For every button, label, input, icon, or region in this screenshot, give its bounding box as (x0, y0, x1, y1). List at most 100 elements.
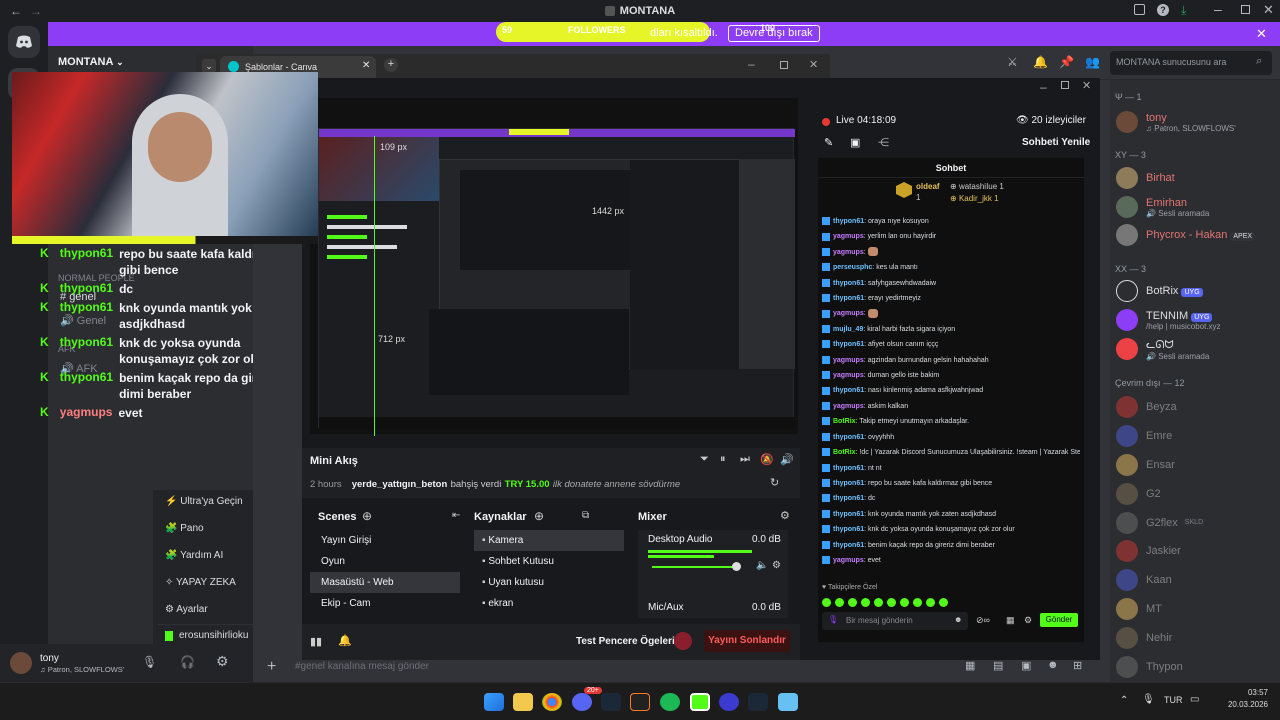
maximize-icon[interactable] (1241, 5, 1250, 14)
tray-arrow-icon[interactable]: ⌃ (1120, 695, 1128, 706)
member-offline[interactable]: Ensar (1110, 451, 1280, 480)
camera-icon[interactable]: ▣ (850, 136, 860, 149)
browser-minimize-icon[interactable]: – (748, 57, 755, 71)
emote-picker-icon[interactable]: ☻ (954, 615, 962, 624)
app-close-icon[interactable]: ✕ (1082, 79, 1091, 92)
emoji-icon[interactable]: ☻ (1047, 659, 1059, 671)
replay-icon[interactable]: ↻ (770, 476, 779, 489)
inbox-icon[interactable] (1134, 4, 1145, 15)
chat-settings-icon[interactable]: ⚙ (1024, 615, 1032, 626)
mic-icon[interactable]: 🎙 (142, 655, 157, 669)
message-input[interactable]: #genel kanalına mesaj gönder (295, 661, 429, 672)
skip-icon[interactable]: ⏭ (740, 453, 750, 466)
spotify-icon[interactable] (660, 693, 680, 711)
notification-bell-icon[interactable]: 🔔 (1033, 55, 1048, 69)
member-offline[interactable]: MT (1110, 595, 1280, 624)
mute-alerts-icon[interactable]: 🔕 (760, 453, 774, 466)
network-icon[interactable]: ▭ (1190, 694, 1199, 705)
member-birhat[interactable]: Birhat (1116, 164, 1175, 192)
minimize-icon[interactable]: – (1214, 1, 1222, 17)
start-icon[interactable] (484, 693, 504, 711)
desktop-audio-settings-icon[interactable]: ⚙ (772, 560, 781, 571)
pin-icon[interactable]: 📌 (1059, 55, 1074, 69)
language-indicator[interactable]: TUR (1164, 695, 1183, 705)
source-item[interactable]: ▪ ekran (474, 593, 624, 614)
member-emirhan[interactable]: Emirhan 🔊 Sesli aramada (1116, 193, 1209, 221)
collapse-icon[interactable]: ⇤ (452, 510, 460, 521)
member-offline[interactable]: G2flex SKLD (1110, 508, 1280, 537)
apps-icon[interactable]: ⊞ (1073, 659, 1082, 672)
stats-icon[interactable]: ▮▮ (310, 635, 322, 648)
app-2-icon[interactable] (778, 693, 798, 711)
filter-icon[interactable]: ⏷ (700, 453, 709, 466)
gift-icon[interactable]: ▦ (1006, 615, 1015, 626)
member-offline[interactable]: G2 (1110, 479, 1280, 508)
members-icon[interactable]: 👥 (1085, 55, 1100, 69)
gift-icon[interactable]: ▦ (965, 659, 975, 672)
desktop-audio-slider-handle[interactable] (732, 562, 741, 571)
headphones-icon[interactable]: 🎧 (180, 655, 195, 669)
member-offline[interactable]: Jaskier (1110, 537, 1280, 566)
stream-preview[interactable]: 109 px 712 px 1442 px (310, 98, 798, 436)
menu-ultra[interactable]: ⚡ Ultra'ya Geçin (165, 496, 243, 507)
desktop-audio-volume-icon[interactable]: 🔈 (756, 560, 768, 571)
mixer-settings-icon[interactable]: ⚙ (780, 509, 790, 522)
scene-item[interactable]: Yayın Girişi (310, 530, 460, 551)
member-offline[interactable]: Kaan (1110, 566, 1280, 595)
file-explorer-icon[interactable] (513, 693, 533, 711)
app-minimize-icon[interactable]: – (1040, 80, 1047, 94)
close-icon[interactable]: ✕ (1263, 2, 1274, 18)
member-offline[interactable]: Nehir (1110, 623, 1280, 652)
tab-list-icon[interactable]: ⌄ (202, 59, 216, 73)
banner-close-icon[interactable]: ✕ (1256, 26, 1267, 42)
desktop-audio-slider[interactable] (652, 566, 736, 568)
refresh-chat-button[interactable]: Sohbeti Yenile (1022, 137, 1090, 148)
share-icon[interactable]: ⋲ (878, 136, 889, 149)
add-scene-icon[interactable]: ⊕ (362, 509, 372, 523)
member-tennim[interactable]: TENNIM UYG/help | musicobot.xyz (1116, 306, 1221, 334)
add-source-icon[interactable]: ⊕ (534, 509, 544, 523)
mic-icon[interactable]: 🎙 (828, 615, 838, 624)
add-attachment-icon[interactable]: + (267, 658, 276, 676)
test-overlays-label[interactable]: Test Pencere Ögeleri (576, 636, 675, 647)
chat-input[interactable]: 🎙 Bir mesaj gönderin ☻ (822, 612, 968, 630)
chrome-icon[interactable] (542, 693, 562, 711)
server-name[interactable]: MONTANA ⌄ (58, 56, 124, 68)
discord-home-icon[interactable] (8, 26, 40, 58)
member-botrix[interactable]: BotRix UYG (1116, 277, 1203, 305)
search-input[interactable]: MONTANA sunucusunu ara ⌕ (1110, 51, 1272, 75)
send-button[interactable]: Gönder (1040, 613, 1078, 627)
fl-studio-icon[interactable] (630, 693, 650, 711)
discord-icon[interactable] (572, 693, 592, 711)
pause-icon[interactable]: ⏸ (720, 453, 726, 466)
threads-icon[interactable]: ⚔ (1007, 55, 1018, 69)
alert-bell-icon[interactable]: 🔔 (338, 634, 352, 647)
end-stream-button[interactable]: Yayını Sonlandır (704, 630, 790, 652)
member-offline[interactable]: Beyza (1110, 393, 1280, 422)
app-icon[interactable] (719, 693, 739, 711)
member-offline[interactable]: Emre (1110, 422, 1280, 451)
tab-close-icon[interactable]: ✕ (362, 60, 370, 71)
mic-tray-icon[interactable]: 🎙 (1142, 694, 1155, 705)
download-icon[interactable]: ⤓ (1181, 3, 1186, 18)
steam-icon[interactable] (601, 693, 621, 711)
source-item[interactable]: ▪ Sohbet Kutusu (474, 551, 624, 572)
source-item[interactable]: ▪ Kamera (474, 530, 624, 551)
steam-2-icon[interactable] (748, 693, 768, 711)
browser-maximize-icon[interactable] (780, 61, 788, 69)
member-phycrox[interactable]: Phycrox - Hakan APEX (1116, 221, 1256, 249)
edit-icon[interactable]: ✎ (824, 136, 833, 149)
disable-button[interactable]: Devre dışı bırak (728, 25, 820, 42)
app-maximize-icon[interactable] (1061, 81, 1069, 89)
source-tools-icon[interactable]: ⧉ (582, 510, 589, 521)
member-offline[interactable]: Thypon (1110, 652, 1280, 681)
streamlabs-icon[interactable] (690, 693, 710, 711)
browser-close-icon[interactable]: ✕ (809, 58, 818, 71)
sticker-icon[interactable]: ▣ (1021, 659, 1031, 672)
scene-item[interactable]: Masaüstü - Web (310, 572, 460, 593)
gif-icon[interactable]: ▤ (993, 659, 1003, 672)
scene-item[interactable]: Oyun (310, 551, 460, 572)
avatar[interactable] (10, 652, 32, 674)
help-icon[interactable]: ? (1157, 4, 1169, 16)
source-item[interactable]: ▪ Uyan kutusu (474, 572, 624, 593)
